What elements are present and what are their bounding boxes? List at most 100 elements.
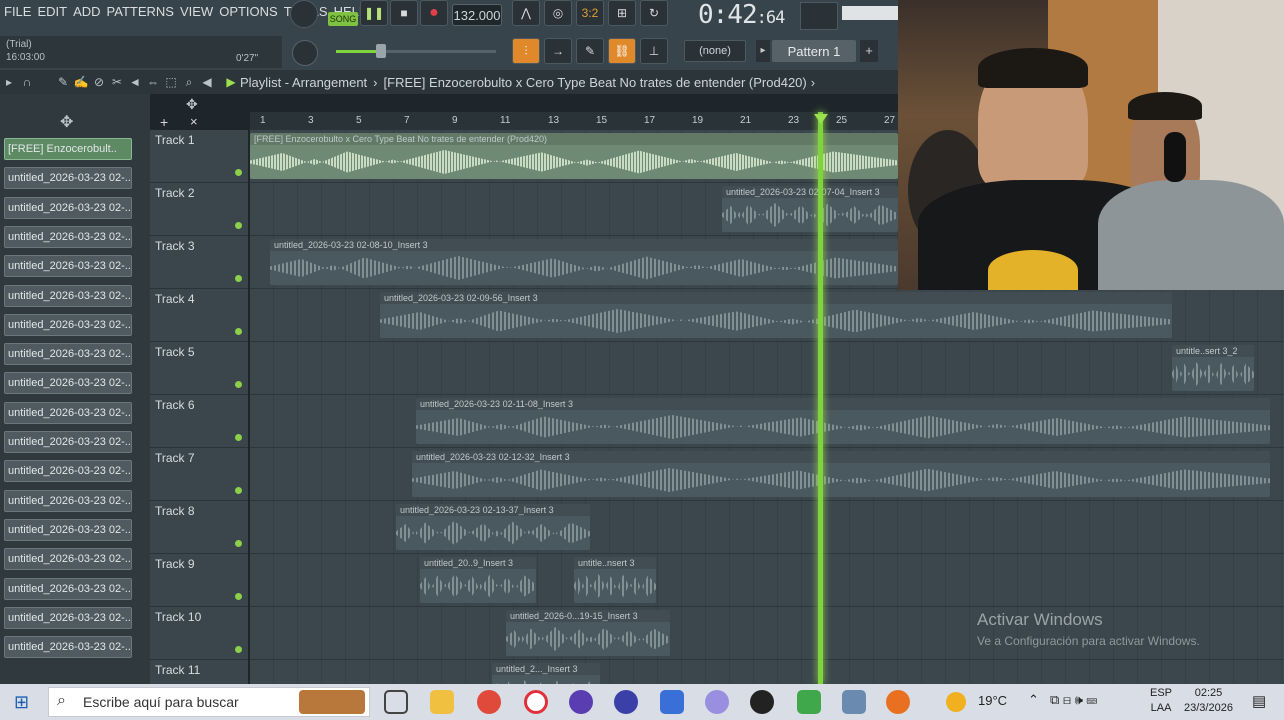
song-mode-toggle[interactable]: SONG	[328, 12, 358, 26]
file-explorer-icon[interactable]	[430, 690, 454, 714]
track-lane[interactable]	[250, 342, 1284, 395]
notifications-icon[interactable]: ▤	[1252, 692, 1266, 710]
settings-icon[interactable]	[705, 690, 729, 714]
app-icon-3[interactable]	[750, 690, 774, 714]
menu-options[interactable]: OPTIONS	[219, 4, 278, 19]
add-track-icon[interactable]: +	[160, 114, 168, 130]
slice-icon[interactable]: ✂	[108, 75, 126, 89]
audio-clip[interactable]: untitled_2026-03-23 02-11-08_Insert 3	[416, 398, 1270, 444]
stop-button[interactable]: ■	[390, 0, 418, 26]
language-indicator[interactable]: ESP LAA	[1150, 686, 1172, 716]
clip-list-item[interactable]: untitled_2026-03-23 02-..	[4, 255, 132, 278]
move-icon[interactable]: ✥	[60, 112, 73, 132]
clip-list-item[interactable]: [FREE] Enzocerobult..	[4, 138, 132, 160]
clip-list-item[interactable]: untitled_2026-03-23 02-..	[4, 431, 132, 453]
track-active-indicator[interactable]	[235, 381, 242, 388]
track-header[interactable]: Track 6	[150, 395, 248, 448]
track-active-indicator[interactable]	[235, 169, 242, 176]
master-volume-knob[interactable]	[290, 0, 318, 28]
weather-temp[interactable]: 19°C	[978, 693, 1007, 708]
audio-clip[interactable]: untitled_2026-03-23 02-07-04_Insert 3	[722, 186, 898, 232]
audio-clip[interactable]: untitled_2026-03-23 02-08-10_Insert 3	[270, 239, 898, 285]
link-button[interactable]: ⛓	[608, 38, 636, 64]
clip-list-item[interactable]: untitled_2026-03-23 02-..	[4, 636, 132, 659]
system-clock[interactable]: 02:25 23/3/2026	[1184, 686, 1233, 716]
audio-clip[interactable]: untitle..sert 3_2	[1172, 345, 1254, 391]
clip-list-item[interactable]: untitled_2026-03-23 02-..	[4, 284, 132, 307]
taskbar-search[interactable]: ⌕ Escribe aquí para buscar	[48, 687, 370, 717]
audio-clip[interactable]: [FREE] Enzocerobulto x Cero Type Beat No…	[250, 133, 898, 179]
track-header[interactable]: Track 7	[150, 448, 248, 501]
menu-edit[interactable]: EDIT	[37, 4, 67, 19]
track-header[interactable]: Track 8	[150, 501, 248, 554]
clip-list-item[interactable]: untitled_2026-03-23 02-..	[4, 518, 132, 541]
track-header[interactable]: Track 9	[150, 554, 248, 607]
clip-list-item[interactable]: untitled_2026-03-23 02-..	[4, 313, 132, 336]
windows-start-icon[interactable]: ⊞	[14, 692, 29, 713]
audio-clip[interactable]: untitled_2026-0...19-15_Insert 3	[506, 610, 670, 656]
record-button[interactable]: ●	[420, 0, 448, 26]
app-icon-4[interactable]	[797, 690, 821, 714]
chevron-up-icon[interactable]: ⌃	[1028, 692, 1039, 708]
menu-view[interactable]: VIEW	[180, 4, 213, 19]
app-icon-1[interactable]	[569, 690, 593, 714]
audio-clip[interactable]: untitle..nsert 3	[574, 557, 656, 603]
pattern-prev-button[interactable]: ▸	[756, 40, 770, 62]
clip-list-item[interactable]: untitled_2026-03-23 02-..	[4, 489, 132, 512]
menu-file[interactable]: FILE	[4, 4, 31, 19]
pattern-selector[interactable]: Pattern 1	[772, 40, 856, 62]
paint-icon[interactable]: ✍	[72, 75, 90, 89]
chrome-icon[interactable]	[477, 690, 501, 714]
track-active-indicator[interactable]	[235, 487, 242, 494]
audio-clip[interactable]: untitled_2026-03-23 02-09-56_Insert 3	[380, 292, 1172, 338]
clip-list-item[interactable]: untitled_2026-03-23 02-..	[4, 167, 132, 190]
track-header[interactable]: Track 2	[150, 183, 248, 236]
task-view-icon[interactable]	[384, 690, 408, 714]
app-icon-5[interactable]	[842, 690, 866, 714]
wait-input-button[interactable]: ◎	[544, 0, 572, 26]
opera-icon[interactable]	[524, 690, 548, 714]
zoom-scroll-icon[interactable]: ✥	[186, 96, 198, 113]
menu-add[interactable]: ADD	[73, 4, 100, 19]
clip-list-item[interactable]: untitled_2026-03-23 02-..	[4, 401, 132, 424]
timeline-ruler[interactable]: 1 3 5 7 9 11 13 15 17 19 21 23 25 27	[250, 112, 898, 130]
menu-arrow-icon[interactable]: ▸	[0, 75, 18, 89]
app-icon-2[interactable]	[614, 690, 638, 714]
pencil-icon[interactable]: ✎	[54, 75, 72, 89]
audio-clip[interactable]: untitled_20..9_Insert 3	[420, 557, 536, 603]
mute-icon[interactable]: ◄	[126, 75, 144, 89]
tray-icons[interactable]: ⧉ ⊟ 🕪 ⌨	[1050, 692, 1097, 708]
clip-list-item[interactable]: untitled_2026-03-23 02-..	[4, 548, 132, 571]
track-lane[interactable]	[250, 554, 1284, 607]
select-icon[interactable]: ⬚	[162, 75, 180, 89]
tempo-display[interactable]: 132.000	[452, 4, 502, 26]
stamp-button[interactable]: ⊥	[640, 38, 668, 64]
track-header[interactable]: Track 10	[150, 607, 248, 660]
playhead[interactable]	[818, 112, 823, 684]
clip-list-item[interactable]: untitled_2026-03-23 02-..	[4, 577, 132, 600]
clip-list-item[interactable]: untitled_2026-03-23 02-..	[4, 606, 132, 629]
clip-list-item[interactable]: untitled_2026-03-23 02-..	[4, 460, 132, 483]
metronome-button[interactable]: ⋀	[512, 0, 540, 26]
menu-patterns[interactable]: PATTERNS	[107, 4, 174, 19]
track-active-indicator[interactable]	[235, 593, 242, 600]
loop-record-button[interactable]: ↻	[640, 0, 668, 26]
clip-list-item[interactable]: untitled_2026-03-23 02-..	[4, 196, 132, 219]
delete-icon[interactable]: ⊘	[90, 75, 108, 89]
track-header[interactable]: Track 1	[150, 130, 248, 183]
slider-handle[interactable]	[376, 44, 386, 58]
brush-button[interactable]: ✎	[576, 38, 604, 64]
track-active-indicator[interactable]	[235, 222, 242, 229]
playhead-marker-icon[interactable]	[814, 114, 828, 124]
next-button[interactable]: →	[544, 38, 572, 64]
track-active-indicator[interactable]	[235, 275, 242, 282]
track-active-indicator[interactable]	[235, 646, 242, 653]
track-header[interactable]: Track 3	[150, 236, 248, 289]
audio-clip[interactable]: untitled_2026-03-23 02-13-37_Insert 3	[396, 504, 590, 550]
playback-icon[interactable]: ◀	[198, 75, 216, 89]
close-icon[interactable]: ×	[190, 114, 198, 129]
shield-icon[interactable]	[660, 690, 684, 714]
zoom-icon[interactable]: ⌕	[180, 75, 198, 90]
preset-select[interactable]: (none)	[684, 40, 746, 62]
audio-clip[interactable]: untitled_2026-03-23 02-12-32_Insert 3	[412, 451, 1270, 497]
